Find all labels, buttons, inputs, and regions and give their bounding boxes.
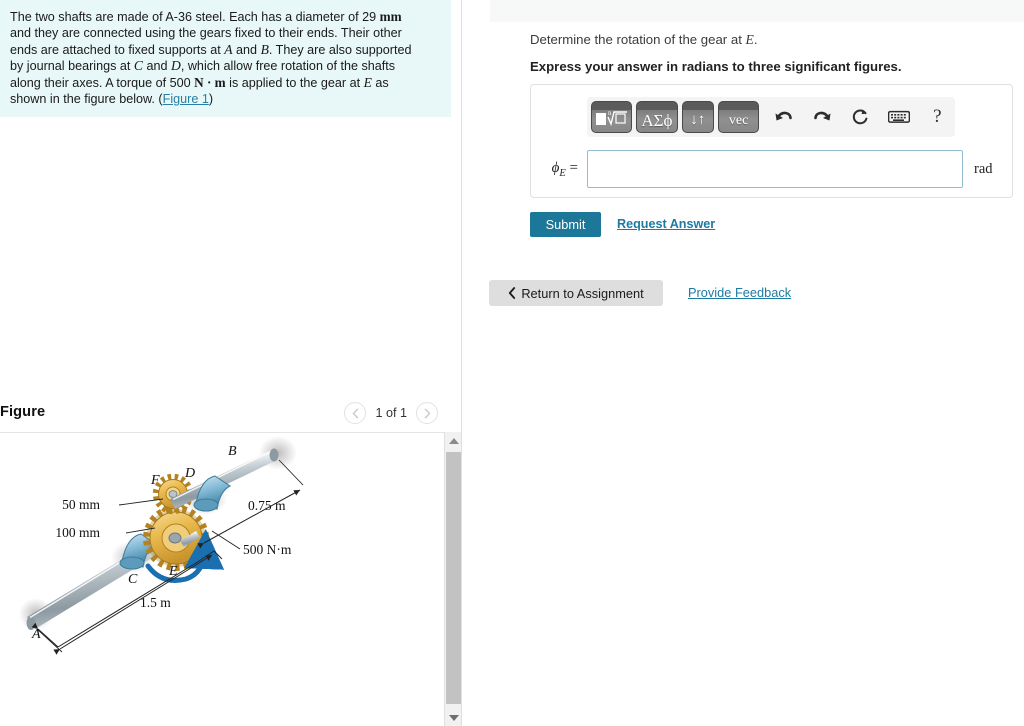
triangle-down-icon bbox=[448, 714, 459, 721]
label-point-f: F bbox=[150, 473, 160, 488]
undo-icon bbox=[775, 111, 793, 120]
reset-button[interactable] bbox=[843, 102, 878, 132]
label-point-b: B bbox=[228, 444, 237, 459]
keyboard-icon bbox=[887, 110, 910, 123]
page-root: The two shafts are made of A-36 steel. E… bbox=[0, 0, 1024, 726]
equals-sign: = bbox=[565, 159, 578, 176]
provide-feedback-link[interactable]: Provide Feedback bbox=[688, 285, 791, 300]
chevron-right-icon bbox=[424, 408, 430, 418]
top-bar bbox=[490, 0, 1024, 22]
svg-text:n: n bbox=[608, 109, 612, 117]
chevron-left-icon bbox=[509, 287, 516, 299]
problem-text-line3b: and bbox=[232, 42, 261, 57]
units-toggle-label: ↓↑ bbox=[690, 111, 706, 128]
problem-statement: The two shafts are made of A-36 steel. E… bbox=[0, 0, 451, 117]
problem-text-line6a: shown in the figure below. ( bbox=[10, 92, 163, 107]
label-point-a: A bbox=[31, 627, 41, 642]
leader-torque bbox=[211, 530, 241, 550]
question-prompt: Determine the rotation of the gear at E. bbox=[530, 32, 758, 48]
request-answer-link[interactable]: Request Answer bbox=[617, 217, 715, 231]
left-panel: The two shafts are made of A-36 steel. E… bbox=[0, 0, 462, 726]
problem-text-line4b: and bbox=[143, 59, 172, 74]
scrollbar-thumb[interactable] bbox=[446, 452, 461, 704]
answer-input-row: ϕE = rad bbox=[531, 147, 1014, 191]
keyboard-button[interactable] bbox=[881, 102, 916, 132]
dim-ext-e bbox=[213, 550, 223, 560]
var-C: C bbox=[133, 58, 143, 74]
question-prompt-b: . bbox=[753, 32, 758, 47]
scroll-down-button[interactable] bbox=[445, 709, 462, 726]
problem-text-line4c: , which allow free rotation of the shaft… bbox=[180, 59, 396, 74]
label-0-75m: 0.75 m bbox=[248, 498, 286, 513]
problem-text-line4a: by journal bearings at bbox=[10, 59, 134, 74]
submit-button[interactable]: Submit bbox=[530, 212, 601, 237]
answer-instruction: Express your answer in radians to three … bbox=[530, 59, 902, 74]
triangle-up-icon bbox=[448, 437, 459, 444]
chevron-left-icon bbox=[352, 408, 359, 418]
label-point-d: D bbox=[184, 466, 195, 481]
label-100mm: 100 mm bbox=[55, 525, 100, 540]
figure-prev-button[interactable] bbox=[344, 402, 367, 424]
label-point-c: C bbox=[128, 572, 138, 587]
math-toolbar: n ΑΣϕ ↓↑ vec ? bbox=[587, 97, 955, 137]
greek-symbols-label: ΑΣϕ bbox=[641, 110, 673, 130]
return-to-assignment-label: Return to Assignment bbox=[521, 285, 644, 301]
problem-text-line5c: as bbox=[371, 75, 389, 90]
label-50mm: 50 mm bbox=[62, 497, 100, 512]
help-label: ? bbox=[933, 106, 942, 127]
var-D: D bbox=[171, 58, 181, 74]
var-E: E bbox=[363, 74, 372, 90]
problem-text-line6b: ) bbox=[208, 92, 214, 107]
undo-button[interactable] bbox=[766, 102, 801, 132]
figure-pager: 1 of 1 bbox=[344, 402, 438, 424]
var-B: B bbox=[260, 41, 269, 57]
figure-pager-label: 1 of 1 bbox=[375, 406, 407, 420]
right-panel: Determine the rotation of the gear at E.… bbox=[462, 0, 1024, 726]
return-to-assignment-button[interactable]: Return to Assignment bbox=[489, 280, 663, 306]
problem-text-line2: and they are connected using the gears f… bbox=[10, 26, 402, 41]
figure-viewport: 50 mm 100 mm 500 N·m 1.5 m 0.75 m A B C … bbox=[0, 432, 451, 726]
unit-newton-meter: N · m bbox=[194, 74, 226, 90]
vector-label: vec bbox=[728, 113, 749, 128]
units-toggle-button[interactable]: ↓↑ bbox=[681, 101, 714, 133]
problem-text-line3a: ends are attached to fixed supports at bbox=[10, 42, 225, 57]
problem-text-line5a: along their axes. A torque of 500 bbox=[10, 75, 195, 90]
scroll-up-button[interactable] bbox=[445, 432, 462, 449]
template-root-icon: n bbox=[595, 109, 627, 127]
figure-1-link[interactable]: Figure 1 bbox=[163, 92, 209, 106]
figure-header: Figure 1 of 1 bbox=[0, 400, 451, 431]
question-prompt-a: Determine the rotation of the gear at bbox=[530, 32, 746, 47]
template-root-button[interactable]: n bbox=[591, 101, 633, 133]
question-var-e: E bbox=[745, 32, 754, 47]
answer-unit: rad bbox=[974, 160, 993, 177]
redo-button[interactable] bbox=[805, 102, 840, 132]
figure-scrollbar[interactable] bbox=[444, 432, 462, 726]
var-A: A bbox=[224, 41, 233, 57]
problem-text-line5b: is applied to the gear at bbox=[225, 75, 364, 90]
figure-title: Figure bbox=[0, 404, 46, 420]
unit-mm: mm bbox=[379, 9, 402, 24]
greek-symbols-button[interactable]: ΑΣϕ bbox=[636, 101, 678, 133]
answer-input[interactable] bbox=[587, 150, 963, 188]
vector-button[interactable]: vec bbox=[718, 101, 760, 133]
answer-box: n ΑΣϕ ↓↑ vec ? ϕE = rad bbox=[530, 84, 1013, 198]
shaft-gear-diagram: 50 mm 100 mm 500 N·m 1.5 m 0.75 m A B C … bbox=[19, 436, 304, 655]
label-1-5m: 1.5 m bbox=[140, 595, 171, 610]
label-torque: 500 N·m bbox=[243, 542, 292, 557]
problem-text-line3c: . They are also supported bbox=[268, 42, 412, 57]
label-point-e: E bbox=[168, 564, 178, 579]
problem-text-line1: The two shafts are made of A-36 steel. E… bbox=[10, 10, 380, 24]
answer-label: ϕE = bbox=[531, 160, 587, 179]
reset-icon bbox=[852, 108, 868, 124]
help-button[interactable]: ? bbox=[920, 102, 955, 132]
dim-ext-a bbox=[36, 628, 63, 653]
figure-next-button[interactable] bbox=[416, 402, 438, 424]
redo-icon bbox=[813, 111, 831, 120]
